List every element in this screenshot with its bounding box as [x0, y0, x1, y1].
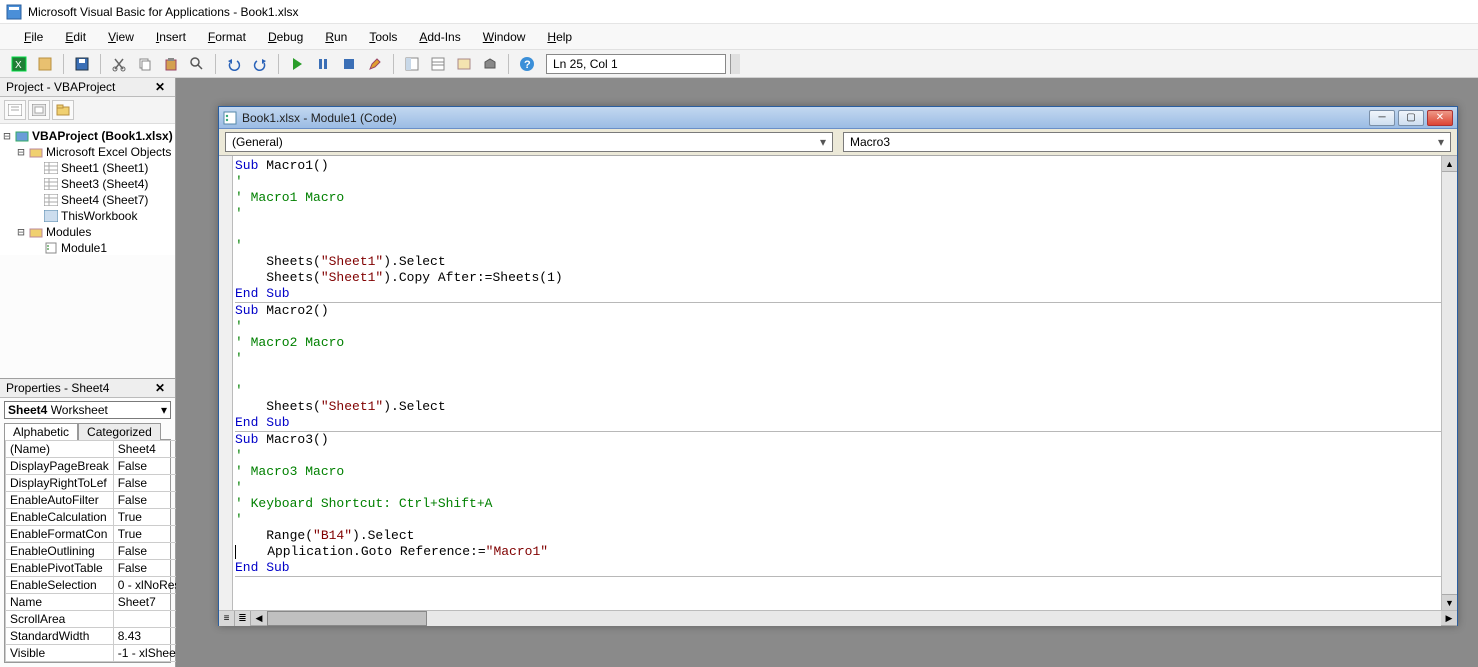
view-code-button[interactable] [4, 100, 26, 120]
procedure-dropdown[interactable]: Macro3▾ [843, 132, 1451, 152]
cut-button[interactable] [108, 53, 130, 75]
find-button[interactable] [186, 53, 208, 75]
code-window-titlebar[interactable]: Book1.xlsx - Module1 (Code) ─ ▢ ✕ [219, 107, 1457, 129]
project-panel-close-icon[interactable]: ✕ [151, 80, 169, 94]
save-button[interactable] [71, 53, 93, 75]
properties-panel-title: Properties - Sheet4 ✕ [0, 379, 175, 398]
svg-text:X: X [15, 60, 22, 71]
properties-window-button[interactable] [427, 53, 449, 75]
menu-window[interactable]: Window [473, 27, 536, 47]
project-tree[interactable]: ⊟VBAProject (Book1.xlsx) ⊟Microsoft Exce… [0, 124, 175, 255]
menu-run[interactable]: Run [315, 27, 357, 47]
reset-button[interactable] [338, 53, 360, 75]
menubar: FileEditViewInsertFormatDebugRunToolsAdd… [0, 24, 1478, 50]
cursor-position: Ln 25, Col 1 [546, 54, 726, 74]
minimize-button[interactable]: ─ [1369, 110, 1395, 126]
horizontal-scrollbar[interactable]: ◀ ▶ [251, 611, 1457, 626]
toolbar: X ? Ln 25, Col 1 [0, 50, 1478, 78]
project-root[interactable]: ⊟VBAProject (Book1.xlsx) [2, 128, 173, 144]
app-icon [6, 4, 22, 20]
redo-button[interactable] [249, 53, 271, 75]
separator [278, 54, 279, 74]
menu-format[interactable]: Format [198, 27, 256, 47]
separator [215, 54, 216, 74]
full-module-view-button[interactable]: ≣ [235, 611, 251, 626]
code-window-title: Book1.xlsx - Module1 (Code) [242, 111, 397, 125]
scroll-up-icon[interactable]: ▲ [1442, 156, 1457, 172]
separator [393, 54, 394, 74]
paste-button[interactable] [160, 53, 182, 75]
undo-button[interactable] [223, 53, 245, 75]
app-title: Microsoft Visual Basic for Applications … [28, 5, 299, 19]
mdi-client-area: Book1.xlsx - Module1 (Code) ─ ▢ ✕ (Gener… [176, 78, 1478, 667]
scroll-right-icon[interactable]: ▶ [1441, 611, 1457, 626]
properties-panel-close-icon[interactable]: ✕ [151, 381, 169, 395]
view-object-button[interactable] [28, 100, 50, 120]
object-dropdown[interactable]: (General)▾ [225, 132, 833, 152]
view-excel-button[interactable]: X [8, 53, 30, 75]
menu-addins[interactable]: Add-Ins [409, 27, 470, 47]
maximize-button[interactable]: ▢ [1398, 110, 1424, 126]
design-mode-button[interactable] [364, 53, 386, 75]
insert-button[interactable] [34, 53, 56, 75]
scroll-left-icon[interactable]: ◀ [251, 611, 267, 626]
break-button[interactable] [312, 53, 334, 75]
menu-debug[interactable]: Debug [258, 27, 313, 47]
position-dropdown[interactable] [730, 54, 740, 74]
close-button[interactable]: ✕ [1427, 110, 1453, 126]
menu-tools[interactable]: Tools [359, 27, 407, 47]
menu-view[interactable]: View [98, 27, 144, 47]
menu-file[interactable]: File [14, 27, 53, 47]
run-button[interactable] [286, 53, 308, 75]
toolbox-button[interactable] [479, 53, 501, 75]
scroll-down-icon[interactable]: ▼ [1442, 594, 1457, 610]
code-editor[interactable]: Sub Macro1()'' Macro1 Macro' ' Sheets("S… [233, 156, 1441, 610]
sheet-item[interactable]: Sheet3 (Sheet4) [2, 176, 173, 192]
folder-excel-objects[interactable]: ⊟Microsoft Excel Objects [2, 144, 173, 160]
help-button[interactable]: ? [516, 53, 538, 75]
procedure-view-button[interactable]: ≡ [219, 611, 235, 626]
separator [100, 54, 101, 74]
copy-button[interactable] [134, 53, 156, 75]
sheet-item[interactable]: Sheet1 (Sheet1) [2, 160, 173, 176]
separator [508, 54, 509, 74]
project-explorer-button[interactable] [401, 53, 423, 75]
module-item[interactable]: Module1 [2, 240, 173, 255]
tab-categorized[interactable]: Categorized [78, 423, 161, 440]
titlebar: Microsoft Visual Basic for Applications … [0, 0, 1478, 24]
properties-tabs: Alphabetic Categorized [0, 422, 175, 439]
vertical-scrollbar[interactable]: ▲ ▼ [1441, 156, 1457, 610]
tab-alphabetic[interactable]: Alphabetic [4, 423, 78, 440]
sheet-item[interactable]: Sheet4 (Sheet7) [2, 192, 173, 208]
code-margin[interactable] [219, 156, 233, 610]
menu-help[interactable]: Help [537, 27, 582, 47]
object-browser-button[interactable] [453, 53, 475, 75]
toggle-folders-button[interactable] [52, 100, 74, 120]
properties-grid[interactable]: (Name)Sheet4DisplayPageBreakFalseDisplay… [4, 439, 171, 663]
folder-modules[interactable]: ⊟Modules [2, 224, 173, 240]
svg-text:?: ? [524, 59, 531, 71]
separator [63, 54, 64, 74]
properties-object-selector[interactable]: Sheet4 Worksheet▾ [4, 401, 171, 419]
code-window: Book1.xlsx - Module1 (Code) ─ ▢ ✕ (Gener… [218, 106, 1458, 626]
thisworkbook-item[interactable]: ThisWorkbook [2, 208, 173, 224]
menu-insert[interactable]: Insert [146, 27, 196, 47]
project-toolbar [0, 97, 175, 124]
module-icon [223, 111, 237, 125]
scroll-thumb[interactable] [267, 611, 427, 626]
project-panel-title: Project - VBAProject ✕ [0, 78, 175, 97]
menu-edit[interactable]: Edit [55, 27, 96, 47]
